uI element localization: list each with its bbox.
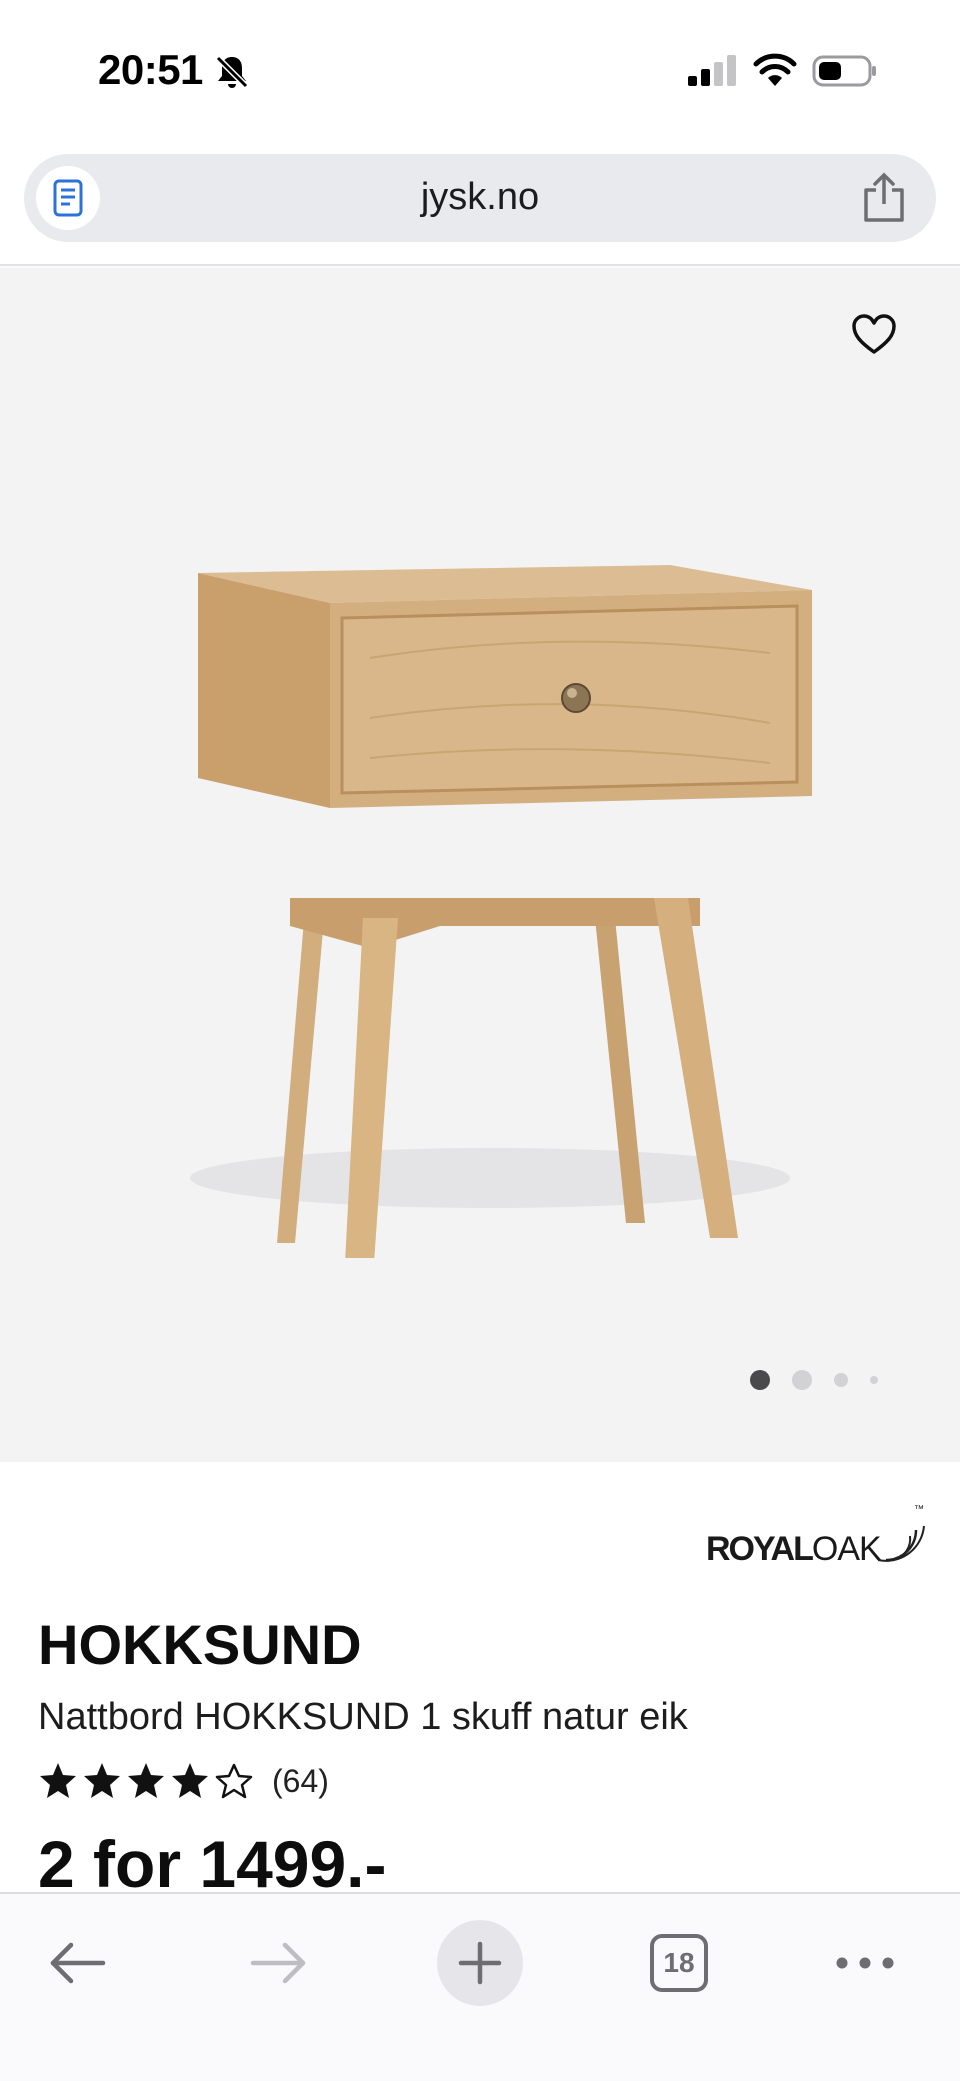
carousel-dot-3[interactable] (834, 1373, 848, 1387)
forward-button[interactable] (236, 1920, 322, 2006)
url-text[interactable]: jysk.no (24, 176, 936, 219)
more-button[interactable] (822, 1920, 908, 2006)
brand-logo-mark: ™ (877, 1504, 925, 1562)
more-icon (836, 1957, 894, 1969)
forward-arrow-icon (250, 1942, 306, 1984)
star-empty-icon (215, 1763, 253, 1799)
status-time: 20:51 (98, 46, 203, 93)
tabs-icon: 18 (650, 1934, 708, 1992)
address-bar[interactable]: jysk.no (24, 154, 936, 242)
product-info: ROYALOAK ™ HOKKSUND Nattbord HOKKSUND 1 … (0, 1462, 960, 1901)
browser-top-bar: jysk.no (0, 130, 960, 266)
back-button[interactable] (34, 1920, 120, 2006)
star-filled-icon (40, 1763, 76, 1798)
heart-icon[interactable] (850, 312, 898, 356)
plus-icon (458, 1941, 502, 1985)
page: 20:51 jysk.no ROYALOAK ™ HOKKSUND Nattbo… (0, 0, 960, 2081)
back-arrow-icon (50, 1942, 106, 1984)
new-tab-button[interactable] (437, 1920, 523, 2006)
battery-icon (812, 55, 876, 87)
status-bar: 20:51 (0, 0, 960, 130)
cellular-signal-icon (688, 55, 736, 86)
product-description: Nattbord HOKKSUND 1 skuff natur eik (38, 1696, 688, 1738)
carousel-dot-2[interactable] (792, 1370, 812, 1390)
carousel-dot-1[interactable] (750, 1370, 770, 1390)
product-price: 2 for 1499.- (38, 1827, 387, 1901)
review-count[interactable]: (64) (272, 1763, 329, 1800)
star-filled-icon (128, 1763, 164, 1798)
brand-logo-trademark: ™ (914, 1504, 924, 1515)
tabs-count: 18 (663, 1947, 695, 1978)
image-carousel-indicator[interactable] (750, 1368, 900, 1392)
product-image-gallery[interactable] (0, 268, 960, 1462)
product-rating[interactable]: (64) (38, 1758, 329, 1804)
carousel-dot-4[interactable] (870, 1376, 878, 1384)
star-filled-icon (84, 1763, 120, 1798)
star-filled-icon (172, 1763, 208, 1798)
brand-logo-bold: ROYAL (706, 1530, 814, 1568)
share-icon[interactable] (860, 172, 908, 224)
wifi-icon (753, 53, 797, 86)
bell-slash-icon (215, 55, 249, 89)
tabs-button[interactable]: 18 (636, 1920, 722, 2006)
product-title: HOKKSUND (38, 1613, 362, 1676)
brand-logo[interactable]: ROYALOAK ™ (706, 1502, 930, 1572)
product-image (190, 565, 812, 1258)
browser-bottom-toolbar: 18 (0, 1892, 960, 2081)
